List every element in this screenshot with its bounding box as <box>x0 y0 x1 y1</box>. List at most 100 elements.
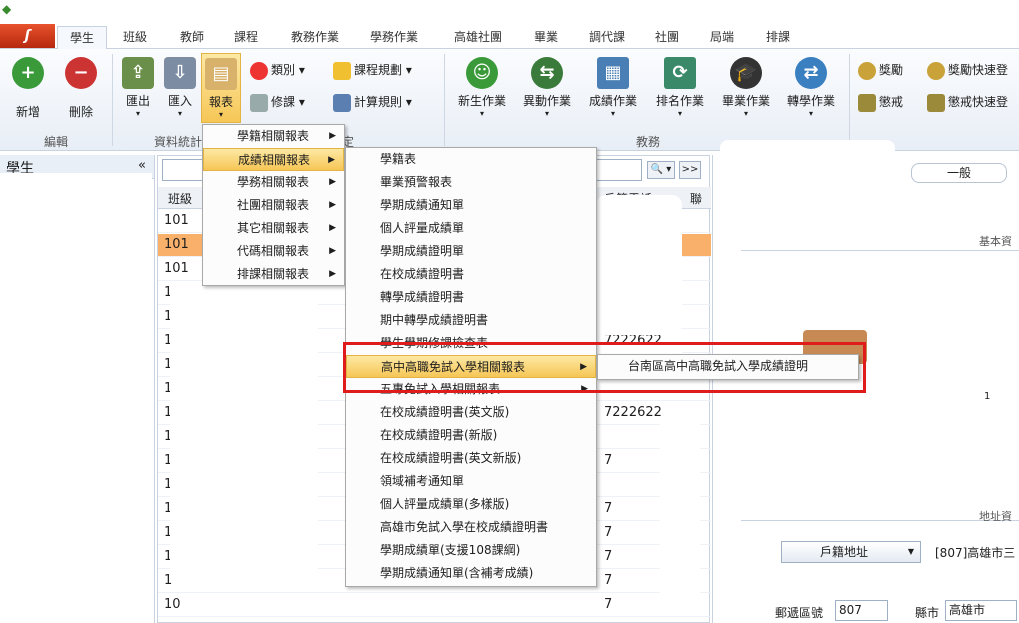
rank-ops-button[interactable]: ⟳ 排名作業 ▾ <box>650 57 710 118</box>
menu-item[interactable]: 代碼相關報表 ▶ <box>203 240 344 263</box>
menu-item[interactable]: 在校成績證明書(新版) <box>346 424 596 447</box>
chevron-down-icon: ▼ <box>907 547 914 556</box>
menu-item[interactable]: 學期成績證明單 <box>346 240 596 263</box>
menu-item-label: 個人評量成績單 <box>380 221 465 235</box>
punish-quick-button[interactable]: 懲戒快速登 <box>927 92 1008 112</box>
col-header-extra[interactable]: 聯 <box>690 190 702 207</box>
menu-item-label: 在校成績證明書(英文新版) <box>380 451 522 465</box>
col-header-class[interactable]: 班級 <box>168 190 192 207</box>
menu-item[interactable]: 在校成績證明書 <box>346 263 596 286</box>
section-basic-title: 基本資 <box>979 235 1012 248</box>
tab-student[interactable]: 學生 <box>57 26 107 50</box>
menu-item[interactable]: 轉學成績證明書 <box>346 286 596 309</box>
delete-button[interactable]: − 刪除 <box>58 57 104 120</box>
add-button[interactable]: + 新增 <box>5 57 51 120</box>
menu-item-label: 學籍表 <box>380 152 417 166</box>
menu-item[interactable]: 學期成績通知單 <box>346 194 596 217</box>
tab-scheduling[interactable]: 排課 <box>756 26 800 49</box>
book-icon <box>250 93 268 112</box>
database-export-icon: ⇪ <box>122 57 154 89</box>
calc-rule-icon <box>333 93 351 112</box>
menu-item[interactable]: 高雄市免試入學在校成績證明書 <box>346 516 596 539</box>
punish-quick-icon <box>927 93 945 112</box>
calendar-grid-icon <box>333 61 351 80</box>
menu-item-label: 學期成績通知單(含補考成績) <box>380 566 534 580</box>
menu-item[interactable]: 成績相關報表 ▶ <box>203 148 344 171</box>
menu-item[interactable]: 領域補考通知單 <box>346 470 596 493</box>
course-plan-button[interactable]: 課程規劃 ▾ <box>333 60 412 80</box>
redaction-mask <box>596 195 682 335</box>
tab-student-affairs[interactable]: 學務作業 <box>361 26 427 49</box>
tab-bureau[interactable]: 局端 <box>700 26 744 49</box>
menu-item[interactable]: 排課相關報表 ▶ <box>203 263 344 286</box>
grade-ops-button[interactable]: ▦ 成績作業 ▾ <box>583 57 643 118</box>
punish-button[interactable]: 懲戒 <box>858 92 903 112</box>
menu-item[interactable]: 社團相關報表 ▶ <box>203 194 344 217</box>
report-button[interactable]: ▤ 報表 ▾ <box>201 53 241 123</box>
menu-item[interactable]: 學期成績單(支援108課綱) <box>346 539 596 562</box>
annotation-highlight-box <box>343 342 866 393</box>
menu-item[interactable]: 學務相關報表 ▶ <box>203 171 344 194</box>
cell-phone: 7 <box>604 501 613 516</box>
menu-item[interactable]: 學籍相關報表 ▶ <box>203 125 344 148</box>
menu-item[interactable]: 在校成績證明書(英文新版) <box>346 447 596 470</box>
modify-course-button[interactable]: 修課 ▾ <box>250 92 305 112</box>
zip-input[interactable]: 807 <box>835 600 888 621</box>
transfer-icon: ⇄ <box>795 57 827 89</box>
menu-item[interactable]: 畢業預警報表 <box>346 171 596 194</box>
modify-course-label: 修課 <box>271 95 296 109</box>
title-bar: ◆ <box>0 0 1019 22</box>
menu-item[interactable]: 其它相關報表 ▶ <box>203 217 344 240</box>
menu-item[interactable]: 個人評量成績單(多樣版) <box>346 493 596 516</box>
menu-item[interactable]: 期中轉學成績證明書 <box>346 309 596 332</box>
graduate-ops-button[interactable]: 🎓 畢業作業 ▾ <box>716 57 776 118</box>
menu-item[interactable]: 在校成績證明書(英文版) <box>346 401 596 424</box>
menu-item[interactable]: 個人評量成績單 <box>346 217 596 240</box>
menu-item-label: 學務相關報表 <box>237 175 310 189</box>
tab-graduation[interactable]: 畢業 <box>524 26 568 49</box>
cell-class: 101 <box>164 237 189 252</box>
redaction-mask <box>660 420 700 600</box>
tab-teacher[interactable]: 教師 <box>170 26 214 49</box>
tab-course[interactable]: 課程 <box>224 26 268 49</box>
address-type-select[interactable]: 戶籍地址 ▼ <box>781 541 921 563</box>
cell-class: 10 <box>164 597 181 612</box>
menu-item[interactable]: 學籍表 <box>346 148 596 171</box>
table-row[interactable]: 10 7 <box>158 594 711 617</box>
collapse-panel-button[interactable]: « <box>138 158 146 173</box>
app-menu-button[interactable]: ʃ <box>0 24 55 48</box>
address-value: [807]高雄市三 <box>935 546 1016 560</box>
export-button[interactable]: ⇪ 匯出 ▾ <box>118 57 158 118</box>
county-input[interactable]: 高雄市 <box>945 600 1017 621</box>
calc-rule-button[interactable]: 計算規則 ▾ <box>333 92 412 112</box>
tab-club[interactable]: 社團 <box>645 26 689 49</box>
graduate-ops-label: 畢業作業 <box>721 94 770 108</box>
change-ops-button[interactable]: ⇆ 異動作業 ▾ <box>517 57 577 118</box>
menu-item-label: 學期成績證明單 <box>380 244 465 258</box>
tab-class[interactable]: 班級 <box>113 26 157 49</box>
section-divider <box>741 520 1019 521</box>
transfer-ops-button[interactable]: ⇄ 轉學作業 ▾ <box>781 57 841 118</box>
rank-ops-label: 排名作業 <box>655 94 704 108</box>
next-page-button[interactable]: >> <box>679 161 701 179</box>
tab-general[interactable]: 一般 <box>911 163 1007 183</box>
tab-substitute[interactable]: 調代課 <box>580 26 634 49</box>
menu-item-label: 高雄市免試入學在校成績證明書 <box>380 520 549 534</box>
award-button[interactable]: 獎勵 <box>858 60 903 80</box>
menu-item-label: 在校成績證明書(英文版) <box>380 405 510 419</box>
menu-item-label: 期中轉學成績證明書 <box>380 313 489 327</box>
category-icon <box>250 61 268 80</box>
category-button[interactable]: 類別 ▾ <box>250 60 305 80</box>
import-button[interactable]: ⇩ 匯入 ▾ <box>160 57 200 118</box>
award-quick-button[interactable]: 獎勵快速登 <box>927 60 1008 80</box>
rank-icon: ⟳ <box>664 57 696 89</box>
menu-item[interactable]: 學期成績通知單(含補考成績) <box>346 562 596 585</box>
cell-phone: 7 <box>604 597 613 612</box>
search-button[interactable]: 🔍 ▾ <box>647 161 675 179</box>
tab-academic-ops[interactable]: 教務作業 <box>282 26 348 49</box>
punish-quick-label: 懲戒快速登 <box>948 95 1009 109</box>
course-plan-label: 課程規劃 <box>354 63 403 77</box>
new-student-ops-button[interactable]: ☺ 新生作業 ▾ <box>452 57 512 118</box>
tab-kaohsiung-club[interactable]: 高雄社團 <box>445 26 511 49</box>
cell-class: 101 <box>164 261 189 276</box>
